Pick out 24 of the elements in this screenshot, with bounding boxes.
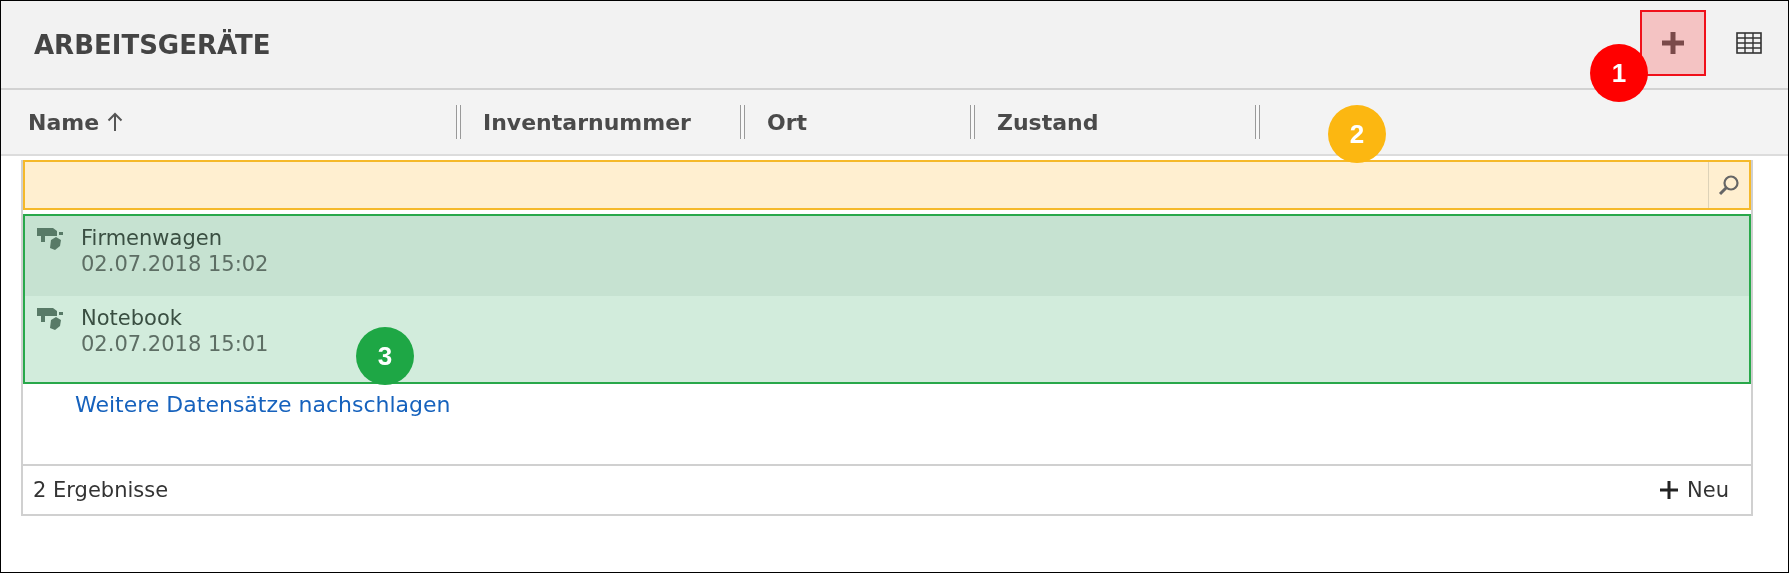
- result-count: 2 Ergebnisse: [33, 478, 169, 502]
- column-header[interactable]: Zustand: [997, 109, 1099, 135]
- plus-icon: [1659, 480, 1680, 500]
- column-header[interactable]: Ort: [767, 109, 808, 135]
- section-title: ARBEITSGERÄTE: [34, 29, 271, 60]
- new-button[interactable]: Neu: [1659, 478, 1729, 502]
- add-button[interactable]: [1640, 9, 1706, 76]
- grid-icon[interactable]: [1736, 31, 1762, 54]
- record-row[interactable]: Firmenwagen 02.07.2018 15:02: [25, 216, 1749, 296]
- column-resize-handle[interactable]: [740, 105, 745, 139]
- column-resize-handle[interactable]: [1255, 105, 1260, 139]
- record-name: Notebook: [81, 306, 183, 330]
- plus-icon: [1660, 29, 1686, 56]
- record-date: 02.07.2018 15:01: [81, 332, 269, 356]
- record-name: Firmenwagen: [81, 226, 223, 250]
- record-date: 02.07.2018 15:02: [81, 252, 269, 276]
- more-records-link[interactable]: Weitere Datensätze nachschlagen: [75, 392, 451, 417]
- column-header[interactable]: Inventarnummer: [483, 109, 691, 135]
- search-icon: [1717, 173, 1741, 197]
- column-resize-handle[interactable]: [456, 105, 461, 139]
- sort-ascending-icon: [107, 112, 124, 132]
- column-resize-handle[interactable]: [970, 105, 975, 139]
- search-field[interactable]: [23, 160, 1751, 210]
- column-header[interactable]: Name: [28, 109, 124, 135]
